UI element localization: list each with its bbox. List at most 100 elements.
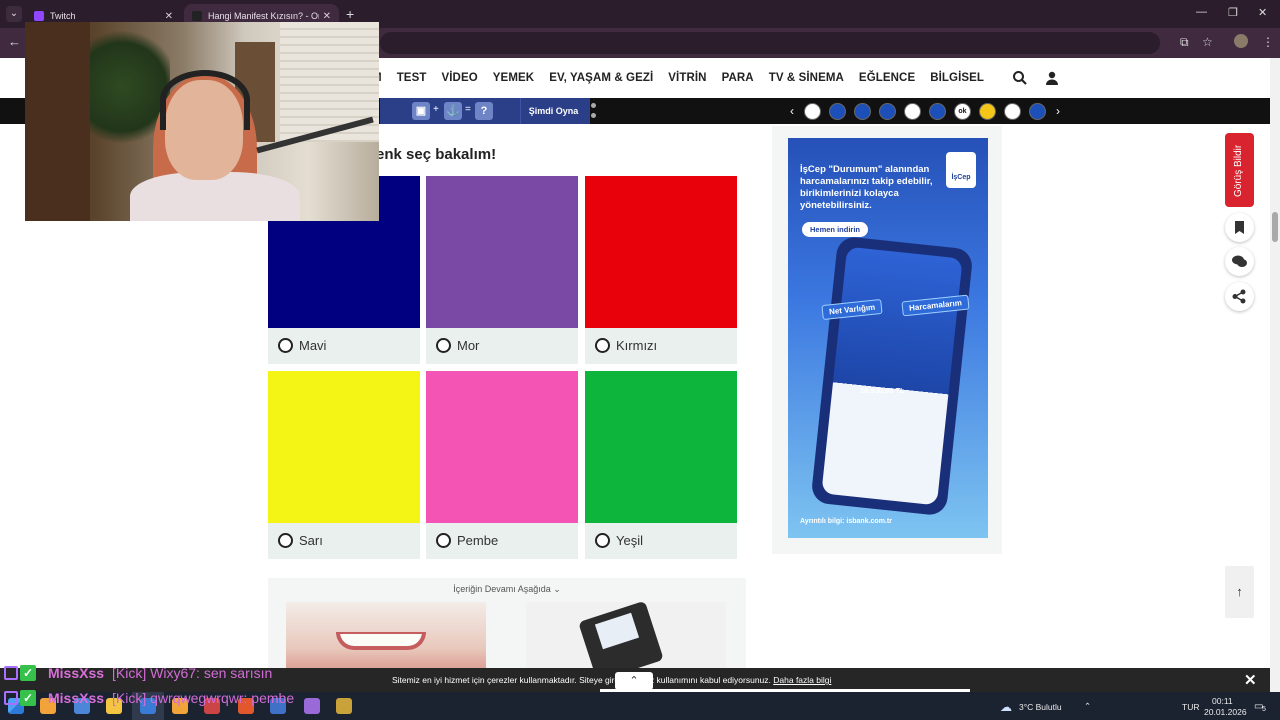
brand-logo-carousel: ‹ ok › [784, 98, 1066, 124]
option-sari[interactable]: Sarı [268, 371, 420, 559]
onedio-favicon-icon [192, 11, 202, 21]
tab-title: Twitch [50, 11, 76, 21]
taskbar-app-icon[interactable] [304, 698, 320, 714]
feedback-label: Görüş Bildir [1233, 144, 1244, 197]
cloud-icon[interactable]: ☁ [1000, 700, 1012, 714]
option-label: Sarı [299, 533, 323, 548]
new-tab-icon[interactable]: + [346, 6, 354, 22]
clock-time[interactable]: 00:11 [1212, 696, 1233, 706]
scroll-top-button[interactable]: ↑ [1225, 566, 1254, 618]
option-label: Mor [457, 338, 480, 353]
page-scrollbar[interactable] [1270, 58, 1280, 692]
twitch-icon [4, 666, 18, 680]
nav-item-vitrin[interactable]: VİTRİN [668, 72, 706, 84]
share-icon [1232, 289, 1246, 304]
nav-item-tv-sinema[interactable]: TV & SİNEMA [769, 72, 844, 84]
weather-text[interactable]: 3°C Bulutlu [1019, 702, 1062, 712]
brand-logo[interactable] [1004, 102, 1021, 120]
taskbar-app-icon[interactable] [336, 698, 352, 714]
bank-ad[interactable]: İşCep "Durumum" alanından harcamalarınız… [788, 138, 988, 538]
article-thumbnail-smile[interactable] [286, 602, 486, 678]
radio-button[interactable] [436, 533, 451, 548]
continue-section: İçeriğin Devamı Aşağıda ⌄ [268, 578, 746, 678]
brand-logo[interactable] [979, 102, 996, 120]
tab-search-icon[interactable]: ⌄ [6, 6, 22, 22]
chevron-left-icon[interactable]: ‹ [790, 104, 794, 118]
chat-message: [Kick] Wixy67: sen sarısın [112, 665, 273, 681]
close-window-icon[interactable]: ✕ [1258, 6, 1267, 19]
tab-close-icon[interactable]: ✕ [323, 11, 331, 22]
language-indicator[interactable]: TUR [1182, 702, 1199, 712]
cookie-text: Sitemiz en iyi hizmet için çerezler kull… [392, 675, 771, 685]
nav-item-yemek[interactable]: YEMEK [493, 72, 534, 84]
url-input[interactable] [380, 32, 1160, 54]
brand-logo[interactable] [829, 102, 846, 120]
article-thumbnail-pos[interactable] [526, 602, 726, 678]
radio-button[interactable] [595, 338, 610, 353]
play-now-button[interactable]: Şimdi Oyna [520, 98, 586, 124]
ad-headline: İşCep "Durumum" alanından harcamalarınız… [800, 164, 933, 211]
nav-item-video[interactable]: VİDEO [441, 72, 477, 84]
nav-item-para[interactable]: PARA [722, 72, 754, 84]
ad-equals: = [465, 104, 471, 115]
back-icon[interactable]: ← [8, 34, 21, 49]
nav-item-test[interactable]: TEST [397, 72, 427, 84]
search-icon[interactable] [1012, 70, 1028, 86]
install-app-icon[interactable]: ⧉ [1180, 35, 1189, 50]
continue-below-label[interactable]: İçeriğin Devamı Aşağıda ⌄ [268, 584, 746, 595]
maximize-icon[interactable]: ❐ [1228, 6, 1238, 19]
nav-item-eglence[interactable]: EĞLENCE [859, 72, 915, 84]
minimize-icon[interactable]: — [1196, 6, 1207, 18]
radio-button[interactable] [278, 533, 293, 548]
nav-item-ev-yasam-gezi[interactable]: EV, YAŞAM & GEZİ [549, 72, 653, 84]
brand-logo[interactable] [904, 102, 921, 120]
bookmark-star-icon[interactable]: ☆ [1202, 35, 1213, 49]
nav-item-bilgisel[interactable]: BİLGİSEL [930, 72, 984, 84]
more-info-link[interactable]: Daha fazla bilgi [773, 675, 831, 685]
color-swatch[interactable] [426, 371, 578, 523]
option-label: Mavi [299, 338, 327, 353]
comments-button[interactable] [1225, 247, 1254, 276]
notification-count: 5 [1262, 706, 1266, 713]
option-label: Kırmızı [616, 338, 658, 353]
color-swatch[interactable] [585, 176, 737, 328]
option-mor[interactable]: Mor [426, 176, 578, 364]
kick-icon: ✓ [20, 690, 36, 706]
iscep-logo: İşCep [946, 152, 976, 188]
ad-plus: + [433, 104, 439, 115]
option-yesil[interactable]: Yeşil [585, 371, 737, 559]
user-icon[interactable] [1044, 70, 1060, 86]
clock-date[interactable]: 20.01.2026 [1204, 707, 1247, 717]
bookmark-button[interactable] [1225, 213, 1254, 242]
chevron-up-icon[interactable]: ⌃ [615, 672, 653, 690]
anchor-icon: ⚓ [444, 102, 462, 120]
radio-button[interactable] [278, 338, 293, 353]
tab-close-icon[interactable]: ✕ [165, 11, 173, 22]
brand-logo[interactable] [879, 102, 896, 120]
download-now-button[interactable]: Hemen indirin [802, 222, 869, 237]
share-button[interactable] [1225, 282, 1254, 311]
chevron-right-icon[interactable]: › [1056, 104, 1060, 118]
brand-logo[interactable] [854, 102, 871, 120]
brand-logo[interactable] [804, 102, 821, 120]
comments-icon [1232, 255, 1247, 267]
profile-avatar[interactable] [1234, 34, 1248, 48]
brand-logo[interactable] [929, 102, 946, 120]
menu-dots-icon[interactable]: ⋮ [1262, 35, 1274, 49]
radio-button[interactable] [595, 533, 610, 548]
feedback-button[interactable]: Görüş Bildir [1225, 133, 1254, 207]
twitch-favicon-icon [34, 11, 44, 21]
close-icon[interactable]: ✕ [1244, 671, 1257, 689]
radio-button[interactable] [436, 338, 451, 353]
option-pembe[interactable]: Pembe [426, 371, 578, 559]
chat-username: MissXss [48, 665, 105, 681]
color-swatch[interactable] [426, 176, 578, 328]
brand-logo[interactable] [1029, 102, 1046, 120]
brand-logo[interactable]: ok [954, 102, 971, 120]
amount-text: 16.930,38 TL [860, 386, 905, 395]
color-swatch[interactable] [268, 371, 420, 523]
option-kirmizi[interactable]: Kırmızı [585, 176, 737, 364]
chat-username: MissXss [48, 690, 105, 706]
tray-chevron-icon[interactable]: ⌃ [1084, 701, 1091, 712]
color-swatch[interactable] [585, 371, 737, 523]
